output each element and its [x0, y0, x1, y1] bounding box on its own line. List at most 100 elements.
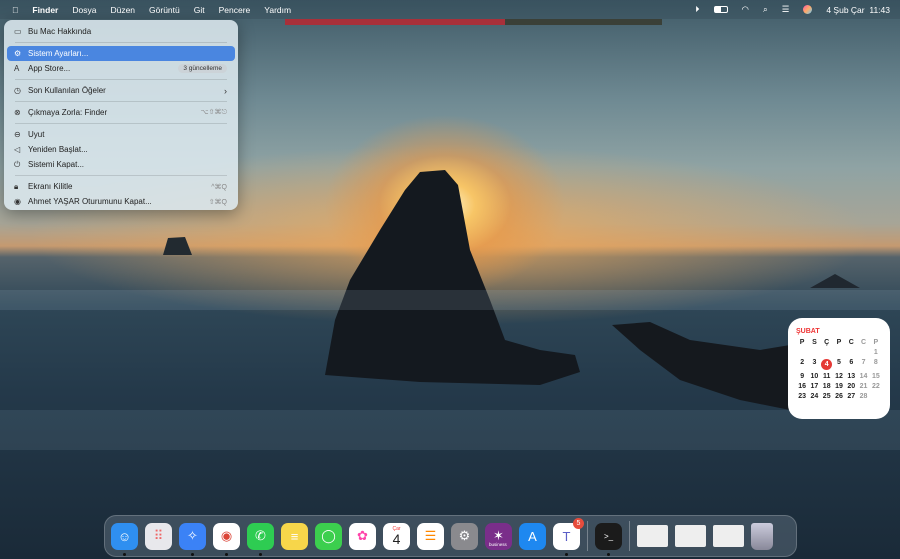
dock-app-calendar[interactable]: Çar 4: [383, 522, 410, 550]
dock-app-whatsapp[interactable]: ✆: [247, 522, 274, 556]
calendar-day[interactable]: 28: [857, 393, 869, 400]
power-icon: ⏻: [14, 159, 21, 169]
dock-app-chrome[interactable]: ◉: [213, 522, 240, 556]
calendar-day[interactable]: 9: [796, 373, 808, 380]
calendar-day[interactable]: 10: [808, 373, 820, 380]
calendar-day[interactable]: 26: [833, 393, 845, 400]
calendar-day[interactable]: 23: [796, 393, 808, 400]
calendar-day[interactable]: 6: [845, 359, 857, 370]
day-number: 10: [810, 373, 819, 380]
apple-menu-icon[interactable]: : [0, 5, 25, 15]
safari-icon: ✧: [187, 528, 198, 543]
window-edge-dark: [505, 19, 662, 25]
dock-app-notes[interactable]: ≡: [281, 522, 308, 550]
menubar-date[interactable]: 4 Şub Çar: [826, 5, 864, 15]
menu-pencere[interactable]: Pencere: [212, 5, 258, 15]
calendar-day[interactable]: 13: [845, 373, 857, 380]
calendar-day[interactable]: [870, 393, 882, 400]
search-icon[interactable]: ⌕: [763, 4, 768, 15]
menu-git[interactable]: Git: [187, 5, 212, 15]
menu-item-restart[interactable]: ◁ Yeniden Başlat...: [7, 142, 235, 157]
calendar-day[interactable]: 4: [821, 359, 833, 370]
dock-app-launchpad[interactable]: ⠿: [145, 522, 172, 550]
weekday-label: P: [836, 339, 842, 346]
calendar-day[interactable]: 18: [821, 383, 833, 390]
menu-dosya[interactable]: Dosya: [65, 5, 103, 15]
calendar-day[interactable]: [845, 349, 857, 356]
menu-item-sleep[interactable]: ⊖ Uyut: [7, 127, 235, 142]
menu-item-logout[interactable]: ◉ Ahmet YAŞAR Oturumunu Kapat... ⇧⌘Q: [7, 194, 235, 209]
menu-item-force-quit[interactable]: ⊗ Çıkmaya Zorla: Finder ⌥⇧⌘⎋: [7, 105, 235, 120]
calendar-day[interactable]: 25: [821, 393, 833, 400]
calendar-day[interactable]: 12: [833, 373, 845, 380]
calendar-day[interactable]: [833, 349, 845, 356]
calendar-day[interactable]: [821, 349, 833, 356]
battery-icon[interactable]: [713, 6, 728, 13]
weekday-label: P: [799, 339, 805, 346]
calendar-day[interactable]: 14: [857, 373, 869, 380]
divider: [15, 123, 227, 124]
calendar-day[interactable]: 24: [808, 393, 820, 400]
menu-item-about[interactable]: ▭ Bu Mac Hakkında: [7, 24, 235, 39]
calendar-day[interactable]: 15: [870, 373, 882, 380]
minimized-window-whatsapp[interactable]: [675, 525, 706, 547]
dock-app-reminders[interactable]: ☰: [417, 522, 444, 550]
calendar-day[interactable]: 1: [870, 349, 882, 356]
dock-app-messages[interactable]: ◯: [315, 522, 342, 550]
dock-app-photos[interactable]: ✿: [349, 522, 376, 550]
calendar-day[interactable]: [796, 349, 808, 356]
running-indicator: [225, 552, 228, 556]
wifi-icon[interactable]: ◠: [742, 4, 749, 15]
calendar-day[interactable]: 27: [845, 393, 857, 400]
dock-app-safari[interactable]: ✧: [179, 522, 206, 556]
menubar-time[interactable]: 11:43: [869, 5, 890, 15]
menu-item-appstore[interactable]: A App Store... 3 güncelleme: [7, 61, 235, 76]
calendar-day[interactable]: 8: [870, 359, 882, 370]
calendar-day[interactable]: 2: [796, 359, 808, 370]
day-number: 2: [800, 359, 805, 366]
notes-icon: ≡: [290, 528, 299, 544]
menu-item-recent[interactable]: ◷ Son Kullanılan Öğeler ›: [7, 83, 235, 98]
calendar-day[interactable]: 22: [870, 383, 882, 390]
calendar-day[interactable]: 16: [796, 383, 808, 390]
dock-app-app-store[interactable]: A: [519, 522, 546, 550]
dock-app-splashtop-business[interactable]: business ✶: [485, 522, 512, 550]
laptop-icon: ▭: [14, 27, 22, 36]
calendar-day[interactable]: 11: [821, 373, 833, 380]
dock-app-system-settings[interactable]: ⚙: [451, 522, 478, 550]
calendar-widget[interactable]: ŞUBAT P S Ç P C C P 1 2 3 4 5 6 7 8 9 10 11 12 13 14 15 16 17 18…: [788, 318, 890, 419]
calendar-day[interactable]: 17: [808, 383, 820, 390]
calendar-day[interactable]: 21: [857, 383, 869, 390]
calendar-day[interactable]: 19: [833, 383, 845, 390]
sleep-icon: ⊖: [14, 130, 21, 139]
control-center-icon[interactable]: ☰: [782, 4, 790, 15]
menu-item-lock[interactable]: 🔒︎ Ekranı Kilitle ^⌘Q: [7, 179, 235, 194]
menu-duzen[interactable]: Düzen: [103, 5, 142, 15]
menu-item-settings[interactable]: ⚙ Sistem Ayarları...: [7, 46, 235, 61]
minimized-window-finder[interactable]: [637, 525, 668, 547]
menu-item-shutdown[interactable]: ⏻ Sistemi Kapat...: [7, 157, 235, 172]
menu-yardim[interactable]: Yardım: [257, 5, 298, 15]
calendar-day[interactable]: 7: [857, 359, 869, 370]
day-number: 27: [847, 393, 856, 400]
calendar-day[interactable]: 5: [833, 359, 845, 370]
calendar-day[interactable]: [808, 349, 820, 356]
dock-app-teams[interactable]: T5: [553, 517, 584, 556]
calendar-day[interactable]: 20: [845, 383, 857, 390]
siri-icon[interactable]: [803, 5, 813, 14]
dock-app-finder[interactable]: ☺: [111, 522, 138, 556]
dock-trash[interactable]: [751, 522, 773, 550]
shortcut: ⇧⌘Q: [208, 198, 227, 206]
messages-icon: ◯: [321, 528, 336, 543]
dock-app-terminal[interactable]: >_: [595, 522, 622, 556]
notification-badge: 5: [573, 517, 584, 529]
apple-menu: ▭ Bu Mac Hakkında ⚙ Sistem Ayarları... A Ap…: [4, 20, 238, 210]
screen-record-icon[interactable]: ⏵: [695, 4, 699, 15]
menu-goruntu[interactable]: Görüntü: [142, 5, 187, 15]
weekday-label: P: [873, 339, 879, 346]
calendar-day[interactable]: 3: [808, 359, 820, 370]
menu-finder[interactable]: Finder: [25, 5, 65, 15]
calendar-day[interactable]: [857, 349, 869, 356]
minimized-window-teams[interactable]: [713, 525, 744, 547]
running-indicator: [123, 552, 126, 556]
